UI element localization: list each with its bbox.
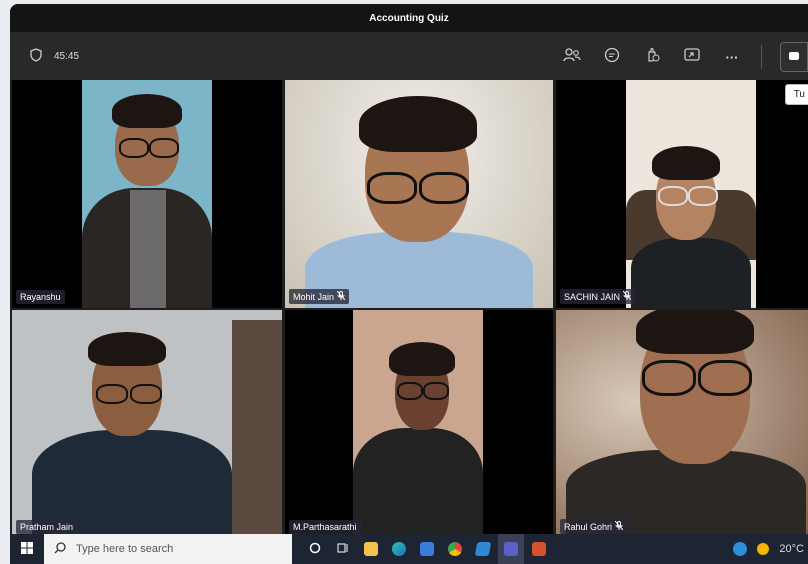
glasses (149, 138, 179, 158)
start-button[interactable] (10, 534, 44, 564)
more-options-button[interactable]: ··· (721, 46, 743, 68)
file-explorer-button[interactable] (358, 534, 384, 564)
participant-name: Rahul Gohri (564, 521, 613, 532)
participant-hair (652, 146, 720, 180)
chat-icon (604, 47, 620, 68)
participant-name: M.Parthasarathi (293, 522, 357, 532)
search-placeholder: Type here to search (76, 543, 174, 555)
share-button[interactable] (681, 46, 703, 68)
photos-button[interactable] (470, 534, 496, 564)
participant-name-tag: M.Parthasarathi (289, 520, 361, 534)
mic-muted-icon (622, 290, 632, 302)
weather-temperature[interactable]: 20°C (779, 543, 804, 555)
people-button[interactable] (561, 46, 583, 68)
camera-toggle-button[interactable] (780, 42, 808, 72)
participant-name: Rayanshu (20, 292, 61, 302)
taskbar-search-box[interactable]: Type here to search (44, 534, 292, 564)
mic-muted-icon (336, 290, 346, 302)
glasses (419, 172, 469, 204)
system-tray: 20°C (733, 534, 808, 564)
video-tile-m-parthasarathi[interactable]: M.Parthasarathi (285, 310, 553, 538)
window-titlebar: Accounting Quiz (10, 4, 808, 32)
powerpoint-button[interactable] (526, 534, 552, 564)
task-view-button[interactable] (330, 534, 356, 564)
help-icon[interactable] (733, 542, 748, 556)
participant-name-tag: SACHIN JAIN (560, 289, 636, 304)
toolbar-divider (761, 45, 762, 69)
participant-name-tag: Pratham Jain (16, 520, 78, 534)
video-tile-rayanshu[interactable]: Rayanshu (12, 80, 282, 308)
video-tile-sachin-jain[interactable]: SACHIN JAIN (556, 80, 808, 308)
camera-icon (788, 48, 800, 66)
powerpoint-icon (532, 542, 546, 556)
participant-name: SACHIN JAIN (564, 291, 621, 302)
glasses (658, 186, 688, 206)
more-icon: ··· (725, 49, 739, 65)
glasses (367, 172, 417, 204)
video-tile-pratham-jain[interactable]: Pratham Jain (12, 310, 282, 538)
tooltip-text: Tu (793, 89, 805, 100)
glasses (130, 384, 162, 404)
shield-icon (30, 48, 42, 65)
wardrobe (232, 320, 282, 538)
store-icon (420, 542, 434, 556)
reactions-button[interactable] (641, 46, 663, 68)
cortana-button[interactable] (302, 534, 328, 564)
participant-hair (88, 332, 166, 366)
glasses (96, 384, 128, 404)
participant-name-tag: Rahul Gohri (560, 519, 628, 534)
reactions-icon (644, 47, 660, 68)
people-icon (563, 47, 581, 68)
glasses (688, 186, 718, 206)
participant-name: Pratham Jain (20, 522, 74, 532)
cortana-icon (309, 542, 321, 557)
shirt (130, 190, 166, 308)
glasses (642, 360, 696, 396)
chat-button[interactable] (601, 46, 623, 68)
participant-hair (389, 342, 455, 376)
taskbar-apps (302, 534, 552, 564)
chrome-icon (448, 542, 462, 556)
toolbar-tooltip: Tu (784, 84, 808, 105)
video-grid: Rayanshu Mohit Jain SACHIN JAIN Pratham … (12, 80, 808, 538)
participant-torso (353, 428, 483, 538)
windows-taskbar: Type here to search 20°C (10, 534, 808, 564)
meeting-timer: 45:45 (54, 51, 80, 62)
weather-icon (757, 543, 770, 555)
edge-button[interactable] (386, 534, 412, 564)
teams-meeting-window: Accounting Quiz 45:45 ··· Tu Rayanshu Mo… (10, 4, 808, 564)
windows-logo-icon (21, 541, 33, 557)
video-tile-rahul-gohri[interactable]: Rahul Gohri (556, 310, 808, 538)
chrome-button[interactable] (442, 534, 468, 564)
glasses (119, 138, 149, 158)
glasses (423, 382, 449, 400)
file-explorer-icon (364, 542, 378, 556)
participant-name-tag: Rayanshu (16, 290, 65, 304)
photos-icon (474, 542, 492, 556)
glasses (397, 382, 423, 400)
meeting-toolbar: 45:45 ··· (10, 32, 808, 80)
participant-name: Mohit Jain (293, 291, 335, 302)
window-title: Accounting Quiz (369, 12, 449, 24)
participant-name-tag: Mohit Jain (289, 289, 350, 304)
glasses (698, 360, 752, 396)
edge-icon (392, 542, 406, 556)
teams-icon (504, 542, 518, 556)
search-icon (54, 541, 66, 557)
participant-hair (359, 96, 477, 152)
participant-hair (112, 94, 182, 128)
task-view-icon (337, 542, 349, 557)
share-icon (684, 47, 700, 67)
participant-hair (636, 310, 754, 354)
teams-button[interactable] (498, 534, 524, 564)
participant-torso (631, 238, 751, 308)
mic-muted-icon (614, 520, 624, 532)
store-button[interactable] (414, 534, 440, 564)
video-tile-mohit-jain[interactable]: Mohit Jain (285, 80, 553, 308)
